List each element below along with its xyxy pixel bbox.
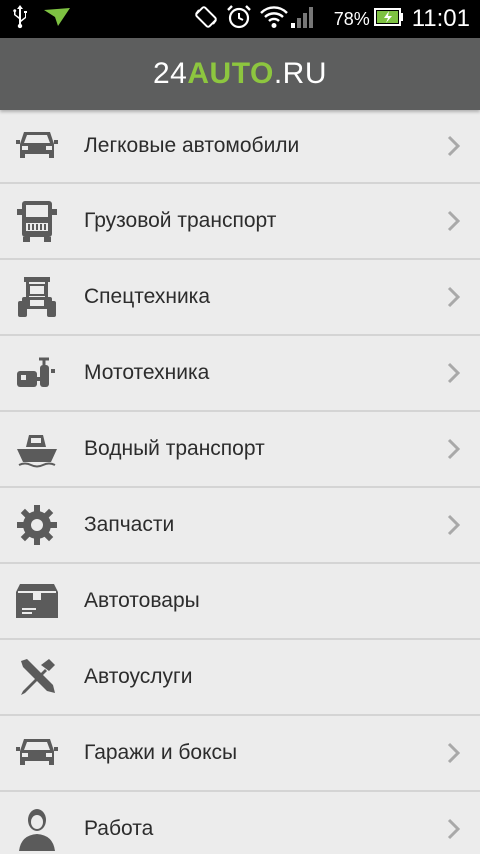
menu-item-label: Водный транспорт: [84, 437, 265, 460]
menu-item-label: Грузовой транспорт: [84, 209, 277, 232]
menu-item-jobs[interactable]: Работа: [0, 792, 480, 854]
menu-item-auto-goods[interactable]: Автотовары: [0, 564, 480, 640]
notification-arrow-icon: [44, 7, 70, 31]
chevron-right-icon: [446, 741, 462, 765]
alarm-icon: [226, 4, 252, 34]
menu-item-cars[interactable]: Легковые автомобили: [0, 110, 480, 184]
chevron-right-icon: [446, 513, 462, 537]
truck-icon: [15, 199, 59, 243]
garage-car-icon: [15, 731, 59, 775]
site-logo[interactable]: 24AUTO.RU: [153, 57, 327, 91]
menu-item-label: Легковые автомобили: [84, 134, 300, 157]
menu-item-trucks[interactable]: Грузовой транспорт: [0, 184, 480, 260]
tools-icon: [15, 655, 59, 699]
menu-item-auto-services[interactable]: Автоуслуги: [0, 640, 480, 716]
menu-item-water-transport[interactable]: Водный транспорт: [0, 412, 480, 488]
chevron-right-icon: [446, 209, 462, 233]
logo-part-24: 24: [153, 57, 188, 90]
chevron-right-icon: [446, 285, 462, 309]
menu-item-spare-parts[interactable]: Запчасти: [0, 488, 480, 564]
usb-icon: [12, 4, 28, 34]
special-vehicle-icon: [15, 275, 59, 319]
menu-item-label: Автоуслуги: [84, 665, 193, 688]
chevron-right-icon: [446, 134, 462, 158]
battery-charging-icon: [373, 7, 404, 31]
signal-icon: [290, 5, 314, 34]
box-icon: [15, 579, 59, 623]
logo-part-auto: AUTO: [187, 57, 274, 90]
menu-item-label: Мототехника: [84, 361, 210, 384]
menu-item-garages[interactable]: Гаражи и боксы: [0, 716, 480, 792]
menu-item-special-vehicles[interactable]: Спецтехника: [0, 260, 480, 336]
logo-part-ru: .RU: [273, 57, 327, 90]
menu-item-label: Гаражи и боксы: [84, 741, 238, 764]
wifi-icon: [259, 5, 288, 34]
motorcycle-icon: [15, 351, 59, 395]
chevron-right-icon: [446, 361, 462, 385]
menu-item-label: Работа: [84, 817, 154, 840]
clock: 11:01: [411, 5, 470, 32]
person-icon: [15, 807, 59, 851]
gear-icon: [15, 503, 59, 547]
battery-percent: 78%: [333, 8, 370, 29]
chevron-right-icon: [446, 817, 462, 841]
boat-icon: [15, 427, 59, 471]
menu-item-label: Запчасти: [84, 513, 175, 536]
app-bar: 24AUTO.RU: [0, 38, 480, 110]
category-menu: Легковые автомобили Грузовой транспорт С…: [0, 110, 480, 854]
car-icon: [15, 124, 59, 168]
menu-item-label: Автотовары: [84, 589, 200, 612]
rotation-icon: [194, 5, 218, 34]
chevron-right-icon: [446, 437, 462, 461]
menu-item-label: Спецтехника: [84, 285, 210, 308]
status-bar: 78% 11:01: [0, 0, 480, 38]
menu-item-motorcycles[interactable]: Мототехника: [0, 336, 480, 412]
